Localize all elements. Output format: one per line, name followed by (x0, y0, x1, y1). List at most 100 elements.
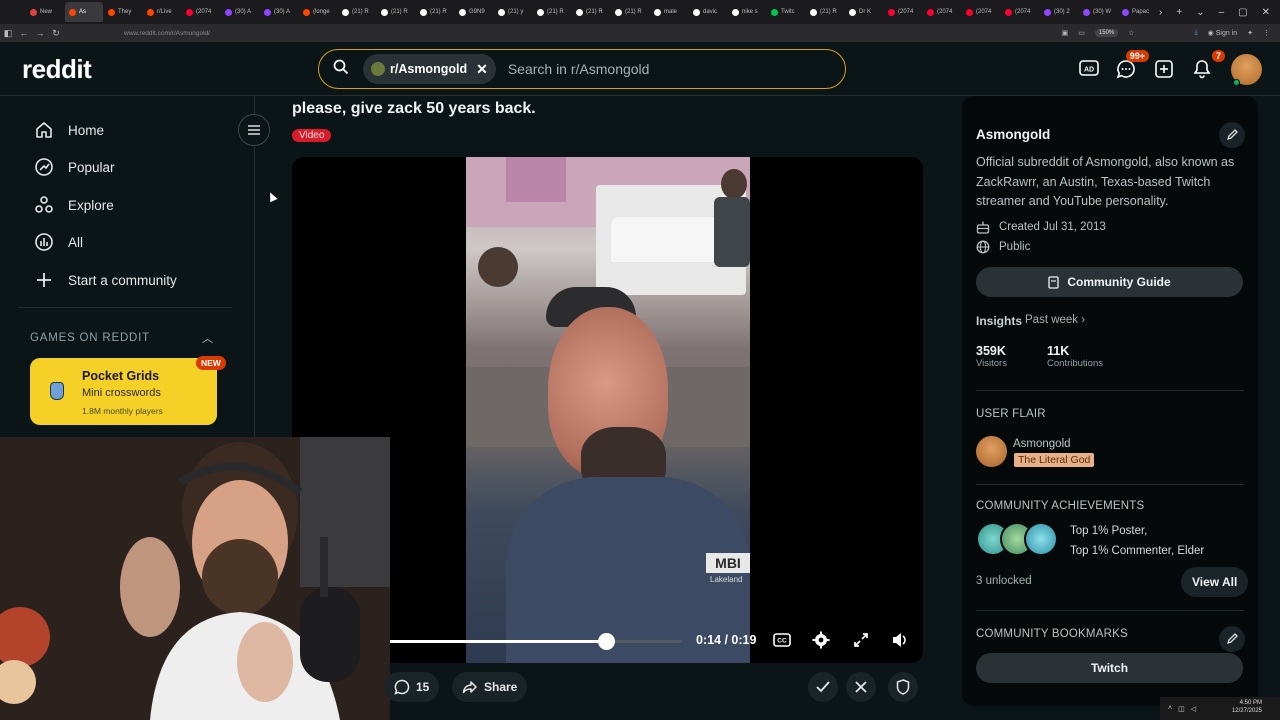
bookmark-twitch-button[interactable]: Twitch (976, 653, 1243, 683)
reddit-logo[interactable]: reddit (22, 54, 92, 85)
video-progress-bar[interactable] (389, 633, 682, 650)
edit-bookmarks-button[interactable] (1219, 626, 1245, 652)
zoom-indicator[interactable]: 150% (1094, 29, 1119, 37)
browser-tab[interactable]: (21) R (338, 2, 376, 22)
community-name[interactable]: Asmongold (976, 127, 1050, 142)
account-icon[interactable]: ◉ Sign in (1208, 29, 1237, 37)
browser-tab[interactable]: New (26, 2, 64, 22)
browser-tab[interactable]: (21) R (806, 2, 844, 22)
chat-icon[interactable]: 99+ (1113, 50, 1149, 82)
reload-icon[interactable]: ↻ (48, 28, 64, 39)
community-guide-button[interactable]: Community Guide (976, 267, 1243, 297)
browser-tab[interactable]: They (104, 2, 142, 22)
browser-tab[interactable]: (30) A (260, 2, 298, 22)
background-person (478, 247, 518, 287)
browser-tab[interactable]: Dr K (845, 2, 883, 22)
sidebar-item-start-community[interactable]: Start a community (34, 270, 177, 290)
browser-tab[interactable]: (21) R (572, 2, 610, 22)
browser-tab[interactable]: (21) R (416, 2, 454, 22)
browser-tab[interactable]: (longe (299, 2, 337, 22)
forward-icon[interactable]: → (32, 28, 48, 38)
comment-count: 15 (416, 680, 430, 694)
visibility-label: Public (999, 241, 1031, 253)
pip-icon[interactable]: ▭ (1078, 29, 1085, 37)
maximize-icon[interactable]: ▢ (1238, 7, 1247, 18)
volume-icon[interactable] (888, 628, 912, 652)
search-bar[interactable]: r/Asmongold ✕ (318, 49, 846, 89)
sidebar-toggle-icon[interactable]: ◧ (0, 28, 16, 39)
bookmark-star-icon[interactable]: ☆ (1128, 29, 1134, 37)
stat-value: 11K (1047, 344, 1070, 358)
post-title[interactable]: please, give zack 50 years back. (292, 100, 536, 118)
share-button[interactable]: Share (452, 672, 528, 702)
advertise-icon[interactable]: AD (1076, 56, 1102, 82)
video-progress-fill (389, 640, 606, 643)
sidebar-item-explore[interactable]: Explore (34, 195, 114, 215)
sidebar-item-all[interactable]: All (34, 232, 83, 252)
collapse-menu-button[interactable] (238, 114, 270, 146)
new-tab-button[interactable]: + (1176, 7, 1182, 18)
sidebar-item-home[interactable]: Home (34, 120, 104, 140)
sidebar-item-label: All (68, 234, 84, 250)
close-icon[interactable]: ✕ (476, 61, 488, 78)
video-scrubber-handle[interactable] (597, 633, 615, 650)
browser-tab[interactable]: (2074 (923, 2, 961, 22)
screenshot-icon[interactable]: ▣ (1062, 29, 1069, 37)
close-window-icon[interactable]: ✕ (1262, 7, 1270, 18)
games-section-title[interactable]: GAMES ON REDDIT (30, 332, 150, 344)
search-input[interactable] (507, 61, 828, 77)
browser-tab[interactable]: nike s (728, 2, 766, 22)
browser-tab[interactable]: Twitc (767, 2, 805, 22)
browser-tab[interactable]: (2074 (1001, 2, 1039, 22)
browser-tab[interactable]: (2074 (962, 2, 1000, 22)
network-icon[interactable]: ◫ (1178, 705, 1185, 713)
system-clock[interactable]: 4:50 PM 12/27/2025 (1232, 699, 1262, 715)
browser-tab[interactable]: (30) 2 (1040, 2, 1078, 22)
edit-community-button[interactable] (1219, 122, 1245, 148)
tray-chevron-icon[interactable]: ˄ (1168, 705, 1172, 712)
captions-icon[interactable]: CC (770, 628, 794, 652)
browser-tab[interactable]: male (650, 2, 688, 22)
browser-tab[interactable]: (21) R (377, 2, 415, 22)
browser-tab[interactable]: G9N9 (455, 2, 493, 22)
fullscreen-icon[interactable] (849, 628, 873, 652)
notifications-bell-icon[interactable]: 7 (1189, 50, 1225, 82)
subreddit-chip-label: r/Asmongold (390, 62, 468, 76)
browser-tab[interactable]: (21) y (494, 2, 532, 22)
subreddit-search-chip[interactable]: r/Asmongold ✕ (363, 54, 496, 84)
approve-button[interactable] (808, 672, 838, 702)
browser-tab[interactable]: (30) W (1079, 2, 1117, 22)
download-icon[interactable]: ⤓ (1195, 29, 1198, 37)
browser-tab[interactable]: davic (689, 2, 727, 22)
browser-tab[interactable]: As (65, 2, 103, 22)
menu-dots-icon[interactable]: ⋮ (1263, 29, 1270, 37)
back-icon[interactable]: ← (16, 28, 32, 38)
browser-tab[interactable]: (2074 (182, 2, 220, 22)
url-field[interactable]: www.reddit.com/r/Asmongold/ (124, 30, 210, 37)
chevron-up-icon[interactable]: ︿ (202, 330, 213, 346)
webcam-scene (0, 437, 390, 720)
svg-text:AD: AD (1084, 67, 1094, 74)
browser-tab[interactable]: (30) A (221, 2, 259, 22)
browser-tab[interactable]: (2074 (884, 2, 922, 22)
insights-range-selector[interactable]: Past week › (1025, 314, 1085, 326)
view-all-button[interactable]: View All (1181, 567, 1249, 597)
browser-tab[interactable]: (21) R (611, 2, 649, 22)
extensions-icon[interactable]: ✦ (1247, 29, 1253, 37)
settings-gear-icon[interactable] (809, 628, 833, 652)
minimize-icon[interactable]: – (1219, 7, 1225, 18)
flair-tag[interactable]: The Literal God (1014, 453, 1095, 467)
tab-label: (21) R (391, 9, 408, 15)
sidebar-item-popular[interactable]: Popular (34, 157, 115, 177)
tab-scroll-right-icon[interactable]: › (1159, 7, 1162, 18)
browser-tab[interactable]: (21) R (533, 2, 571, 22)
post-flair[interactable]: Video (292, 129, 332, 142)
mod-shield-button[interactable] (888, 672, 918, 702)
comments-button[interactable]: 15 (384, 672, 440, 702)
speaker-icon[interactable]: ◁ (1191, 705, 1196, 713)
tab-list-icon[interactable]: ⌄ (1196, 7, 1204, 18)
create-post-icon[interactable] (1151, 56, 1177, 82)
remove-button[interactable] (846, 672, 876, 702)
browser-tab[interactable]: r/Live (143, 2, 181, 22)
tab-label: (2074 (976, 9, 992, 15)
